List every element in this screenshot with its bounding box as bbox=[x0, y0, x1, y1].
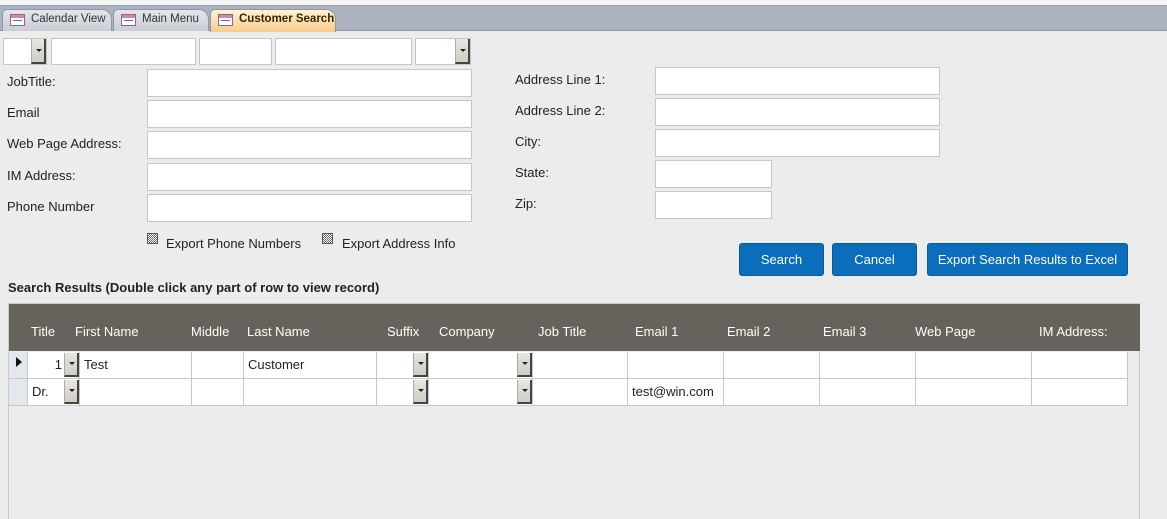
cell-email-1[interactable] bbox=[628, 352, 724, 379]
zip-input[interactable] bbox=[655, 191, 772, 219]
cell-web-page[interactable] bbox=[916, 379, 1032, 406]
record-selector[interactable] bbox=[9, 379, 28, 406]
table-row[interactable]: Dr. test@win.com bbox=[9, 379, 1128, 406]
chevron-down-icon[interactable] bbox=[517, 353, 532, 377]
city-input[interactable] bbox=[655, 129, 940, 157]
grid-header: Title First Name Middle Last Name Suffix… bbox=[9, 304, 1140, 351]
column-header-email-3[interactable]: Email 3 bbox=[823, 324, 866, 339]
chevron-down-icon[interactable] bbox=[517, 380, 532, 404]
im-address-label: IM Address: bbox=[7, 168, 76, 183]
export-address-info-label: Export Address Info bbox=[342, 236, 456, 251]
column-header-title[interactable]: Title bbox=[31, 324, 55, 339]
cell-email-3[interactable] bbox=[820, 352, 916, 379]
job-title-input[interactable] bbox=[147, 69, 472, 97]
zip-label: Zip: bbox=[515, 196, 537, 211]
im-address-input[interactable] bbox=[147, 163, 472, 191]
export-to-excel-button[interactable]: Export Search Results to Excel bbox=[927, 243, 1128, 276]
title-combo[interactable] bbox=[3, 38, 47, 65]
middle-name-input[interactable] bbox=[199, 38, 272, 65]
city-label: City: bbox=[515, 134, 541, 149]
chevron-down-icon[interactable] bbox=[413, 380, 428, 404]
cell-email-2[interactable] bbox=[724, 379, 820, 406]
suffix-combo[interactable] bbox=[415, 38, 471, 65]
cell-value: 1 bbox=[54, 357, 62, 372]
search-results-title: Search Results (Double click any part of… bbox=[8, 280, 380, 295]
tab-label: Main Menu bbox=[142, 13, 199, 25]
email-input[interactable] bbox=[147, 100, 472, 128]
cell-first-name[interactable] bbox=[80, 379, 192, 406]
phone-number-input[interactable] bbox=[147, 194, 472, 222]
column-header-company[interactable]: Company bbox=[439, 324, 495, 339]
cell-last-name[interactable] bbox=[244, 379, 377, 406]
phone-number-label: Phone Number bbox=[7, 199, 95, 214]
cell-title[interactable]: 1 bbox=[28, 352, 80, 379]
column-header-suffix[interactable]: Suffix bbox=[387, 324, 419, 339]
cell-middle[interactable] bbox=[192, 379, 244, 406]
state-input[interactable] bbox=[655, 160, 772, 188]
web-page-input[interactable] bbox=[147, 131, 472, 159]
column-header-email-1[interactable]: Email 1 bbox=[635, 324, 678, 339]
table-row[interactable]: 1 Test Customer bbox=[9, 352, 1128, 379]
export-phone-numbers-label: Export Phone Numbers bbox=[166, 236, 302, 251]
search-results-grid[interactable]: Title First Name Middle Last Name Suffix… bbox=[8, 303, 1140, 519]
cell-email-3[interactable] bbox=[820, 379, 916, 406]
first-name-input[interactable] bbox=[51, 38, 196, 65]
cell-last-name[interactable]: Customer bbox=[244, 352, 377, 379]
chevron-down-icon[interactable] bbox=[455, 39, 470, 64]
export-phone-numbers-checkbox[interactable] bbox=[147, 233, 158, 244]
cell-email-2[interactable] bbox=[724, 352, 820, 379]
cell-title[interactable]: Dr. bbox=[28, 379, 80, 406]
cell-suffix[interactable] bbox=[377, 379, 429, 406]
last-name-input[interactable] bbox=[275, 38, 412, 65]
tab-label: Calendar View bbox=[31, 13, 106, 25]
column-header-middle[interactable]: Middle bbox=[191, 324, 229, 339]
cell-middle[interactable] bbox=[192, 352, 244, 379]
cancel-button[interactable]: Cancel bbox=[832, 243, 917, 276]
cell-suffix[interactable] bbox=[377, 352, 429, 379]
chevron-down-icon[interactable] bbox=[64, 353, 79, 377]
cell-value: Dr. bbox=[32, 384, 49, 399]
tab-label: Customer Search bbox=[239, 13, 335, 25]
document-tab-bar: Calendar View Main Menu Customer Search bbox=[0, 6, 1167, 32]
cell-im-address[interactable] bbox=[1032, 379, 1128, 406]
record-selector-current[interactable] bbox=[9, 352, 28, 379]
address-line-1-input[interactable] bbox=[655, 67, 940, 95]
cell-im-address[interactable] bbox=[1032, 352, 1128, 379]
column-header-email-2[interactable]: Email 2 bbox=[727, 324, 770, 339]
job-title-label: JobTitle: bbox=[7, 74, 56, 89]
email-label: Email bbox=[7, 105, 40, 120]
column-header-first-name[interactable]: First Name bbox=[75, 324, 139, 339]
form-icon bbox=[218, 14, 233, 26]
cell-company[interactable] bbox=[429, 352, 533, 379]
tab-main-menu[interactable]: Main Menu bbox=[113, 9, 209, 31]
chevron-down-icon[interactable] bbox=[31, 39, 46, 64]
cell-first-name[interactable]: Test bbox=[80, 352, 192, 379]
chevron-down-icon[interactable] bbox=[64, 380, 79, 404]
form-icon bbox=[121, 14, 136, 26]
cell-company[interactable] bbox=[429, 379, 533, 406]
column-header-im-address[interactable]: IM Address: bbox=[1039, 324, 1108, 339]
tab-customer-search[interactable]: Customer Search bbox=[210, 9, 336, 32]
cell-job-title[interactable] bbox=[533, 379, 628, 406]
column-header-job-title[interactable]: Job Title bbox=[538, 324, 586, 339]
address-line-2-input[interactable] bbox=[655, 98, 940, 126]
state-label: State: bbox=[515, 165, 549, 180]
address-line-1-label: Address Line 1: bbox=[515, 72, 606, 87]
export-address-info-checkbox[interactable] bbox=[322, 233, 333, 244]
web-page-label: Web Page Address: bbox=[7, 136, 122, 151]
search-button[interactable]: Search bbox=[739, 243, 824, 276]
chevron-down-icon[interactable] bbox=[413, 353, 428, 377]
cell-job-title[interactable] bbox=[533, 352, 628, 379]
address-line-2-label: Address Line 2: bbox=[515, 103, 606, 118]
cell-email-1[interactable]: test@win.com bbox=[628, 379, 724, 406]
tab-calendar-view[interactable]: Calendar View bbox=[2, 9, 112, 31]
form-icon bbox=[10, 14, 25, 26]
column-header-last-name[interactable]: Last Name bbox=[247, 324, 310, 339]
cell-web-page[interactable] bbox=[916, 352, 1032, 379]
column-header-web-page[interactable]: Web Page bbox=[915, 324, 975, 339]
